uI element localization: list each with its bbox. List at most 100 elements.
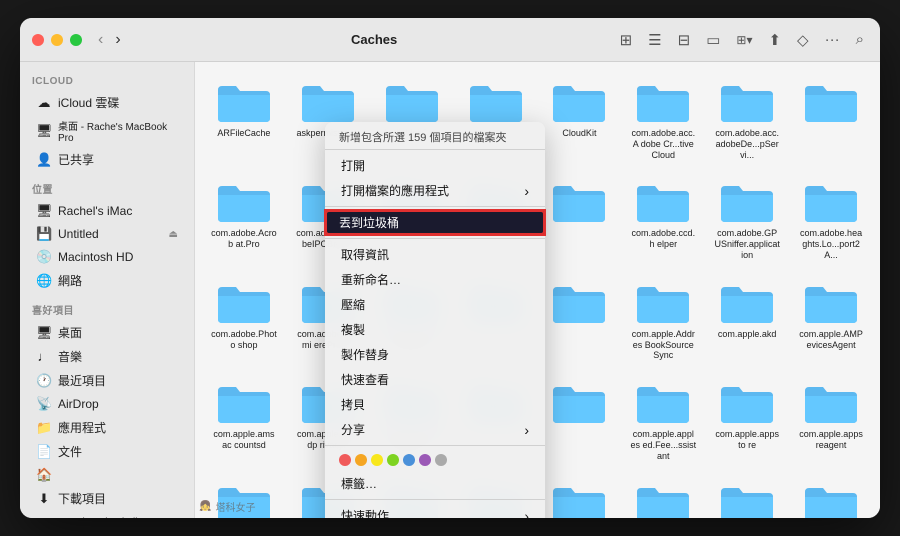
search-icon[interactable]: ⌕	[852, 29, 868, 50]
sidebar-item-label: AirDrop	[58, 397, 99, 411]
submenu-arrow-icon	[524, 183, 529, 199]
menu-item-rename[interactable]: 重新命名…	[327, 267, 543, 292]
sidebar-item-creative-cloud[interactable]: ☁ Creative Cloud Files	[24, 511, 190, 518]
finder-window: ‹ › Caches ⊞ ☰ ⊟ ▭ ⊞▾ ⬆ ◇ ··· ⌕ iCloud ☁…	[20, 18, 880, 518]
menu-item-label: 分享	[341, 421, 365, 438]
tag-dot-purple[interactable]	[419, 454, 431, 466]
sidebar-item-airdrop[interactable]: 📡 AirDrop	[24, 393, 190, 415]
download-icon: ⬇	[36, 491, 52, 507]
sidebar-item-macintosh-hd[interactable]: 💿 Macintosh HD	[24, 246, 190, 268]
apps-icon: 📁	[36, 420, 52, 436]
sidebar-item-icloud-drive[interactable]: ☁ iCloud 雲碟	[24, 91, 190, 114]
tag-dot-yellow[interactable]	[371, 454, 383, 466]
sidebar-item-label: 文件	[58, 443, 82, 460]
menu-item-open-with[interactable]: 打開檔案的應用程式	[327, 178, 543, 203]
menu-item-copy2[interactable]: 拷貝	[327, 392, 543, 417]
menu-item-tags[interactable]: 標籤…	[327, 471, 543, 496]
person-icon: 👤	[36, 152, 52, 168]
sidebar-header-favorites: 喜好項目	[20, 296, 194, 320]
imac-icon: 🖥	[36, 203, 52, 219]
disk-icon: 💿	[36, 249, 52, 265]
menu-item-label: 快速查看	[341, 371, 389, 388]
group-icon[interactable]: ⊞▾	[732, 31, 756, 49]
menu-item-trash[interactable]: 丟到垃圾桶	[325, 210, 545, 235]
list-view-icon[interactable]: ☰	[644, 29, 665, 51]
eject-icon[interactable]: ⏏	[169, 229, 178, 240]
menu-item-label: 壓縮	[341, 296, 365, 313]
menu-separator	[325, 206, 545, 207]
grid-view-icon[interactable]: ⊞	[616, 29, 637, 51]
menu-item-label: 重新命名…	[341, 271, 401, 288]
sidebar-item-downloads[interactable]: ⬇ 下載項目	[24, 487, 190, 510]
sidebar-item-network[interactable]: 🌐 網路	[24, 269, 190, 292]
menu-create-folder-label: 新增包含所選 159 個項目的檔案夾	[325, 126, 545, 146]
sidebar-item-documents[interactable]: 📄 文件	[24, 440, 190, 463]
toolbar-right: ⊞ ☰ ⊟ ▭ ⊞▾ ⬆ ◇ ··· ⌕	[616, 29, 868, 51]
sidebar-item-label: 桌面 - Rache's MacBook Pro	[58, 118, 178, 144]
sidebar-item-home[interactable]: 🏠	[24, 464, 190, 486]
sidebar-item-untitled[interactable]: 💾 Untitled ⏏	[24, 223, 190, 245]
nav-arrows: ‹ ›	[94, 29, 125, 51]
content-area: iCloud ☁ iCloud 雲碟 🖥 桌面 - Rache's MacBoo…	[20, 62, 880, 518]
menu-item-label: 打開	[341, 157, 365, 174]
tag-color-dots	[325, 449, 545, 471]
sidebar-item-label: Untitled	[58, 227, 99, 241]
sidebar-header-locations: 位置	[20, 175, 194, 199]
zoom-button[interactable]	[70, 34, 82, 46]
tag-icon[interactable]: ◇	[793, 29, 813, 51]
menu-item-share[interactable]: 分享	[327, 417, 543, 442]
sidebar-item-rachels-imac[interactable]: 🖥 Rachel's iMac	[24, 200, 190, 222]
tag-dot-gray[interactable]	[435, 454, 447, 466]
sidebar-section-icloud: iCloud ☁ iCloud 雲碟 🖥 桌面 - Rache's MacBoo…	[20, 70, 194, 171]
sidebar-item-label: 桌面	[58, 324, 82, 341]
sidebar-item-desktop-macbook[interactable]: 🖥 桌面 - Rache's MacBook Pro	[24, 115, 190, 147]
menu-item-info[interactable]: 取得資訊	[327, 242, 543, 267]
menu-separator	[325, 149, 545, 150]
menu-item-copy[interactable]: 複製	[327, 317, 543, 342]
sidebar-item-label: 音樂	[58, 348, 82, 365]
menu-item-label: 拷貝	[341, 396, 365, 413]
close-button[interactable]	[32, 34, 44, 46]
submenu-arrow-icon	[524, 508, 529, 519]
menu-item-quick-actions[interactable]: 快速動作	[327, 503, 543, 518]
menu-separator	[325, 238, 545, 239]
menu-item-quicklook[interactable]: 快速查看	[327, 367, 543, 392]
cloud-icon: ☁	[36, 95, 52, 111]
column-view-icon[interactable]: ⊟	[674, 29, 695, 51]
sidebar-item-label: 已共享	[58, 151, 94, 168]
menu-item-alias[interactable]: 製作替身	[327, 342, 543, 367]
forward-button[interactable]: ›	[111, 29, 124, 51]
share-icon[interactable]: ⬆	[764, 29, 785, 51]
sidebar-item-applications[interactable]: 📁 應用程式	[24, 416, 190, 439]
minimize-button[interactable]	[51, 34, 63, 46]
tag-dot-green[interactable]	[387, 454, 399, 466]
gallery-view-icon[interactable]: ▭	[702, 29, 724, 51]
menu-item-label: 複製	[341, 321, 365, 338]
tag-dot-orange[interactable]	[355, 454, 367, 466]
menu-item-label: 丟到垃圾桶	[339, 214, 399, 231]
sidebar-item-shared[interactable]: 👤 已共享	[24, 148, 190, 171]
sidebar-item-label: Macintosh HD	[58, 250, 133, 264]
back-button[interactable]: ‹	[94, 29, 107, 51]
sidebar-item-label: 下載項目	[58, 490, 106, 507]
sidebar-item-desktop[interactable]: 🖥 桌面	[24, 321, 190, 344]
tag-dot-red[interactable]	[339, 454, 351, 466]
menu-separator	[325, 499, 545, 500]
window-title: Caches	[133, 32, 616, 47]
main-area: ARFileCache askpermissiond AudioUnitCa..…	[195, 62, 880, 518]
clock-icon: 🕐	[36, 373, 52, 389]
tag-dot-blue[interactable]	[403, 454, 415, 466]
sidebar-item-recents[interactable]: 🕐 最近項目	[24, 369, 190, 392]
traffic-lights	[32, 34, 82, 46]
menu-item-label: 打開檔案的應用程式	[341, 182, 449, 199]
more-icon[interactable]: ···	[821, 29, 844, 50]
drive-icon: 💾	[36, 226, 52, 242]
sidebar-item-music[interactable]: ♩ 音樂	[24, 345, 190, 368]
sidebar-header-icloud: iCloud	[20, 70, 194, 90]
airdrop-icon: 📡	[36, 396, 52, 412]
menu-item-label: 製作替身	[341, 346, 389, 363]
menu-item-open[interactable]: 打開	[327, 153, 543, 178]
menu-item-compress[interactable]: 壓縮	[327, 292, 543, 317]
menu-separator	[325, 445, 545, 446]
sidebar-item-label: 網路	[58, 272, 82, 289]
